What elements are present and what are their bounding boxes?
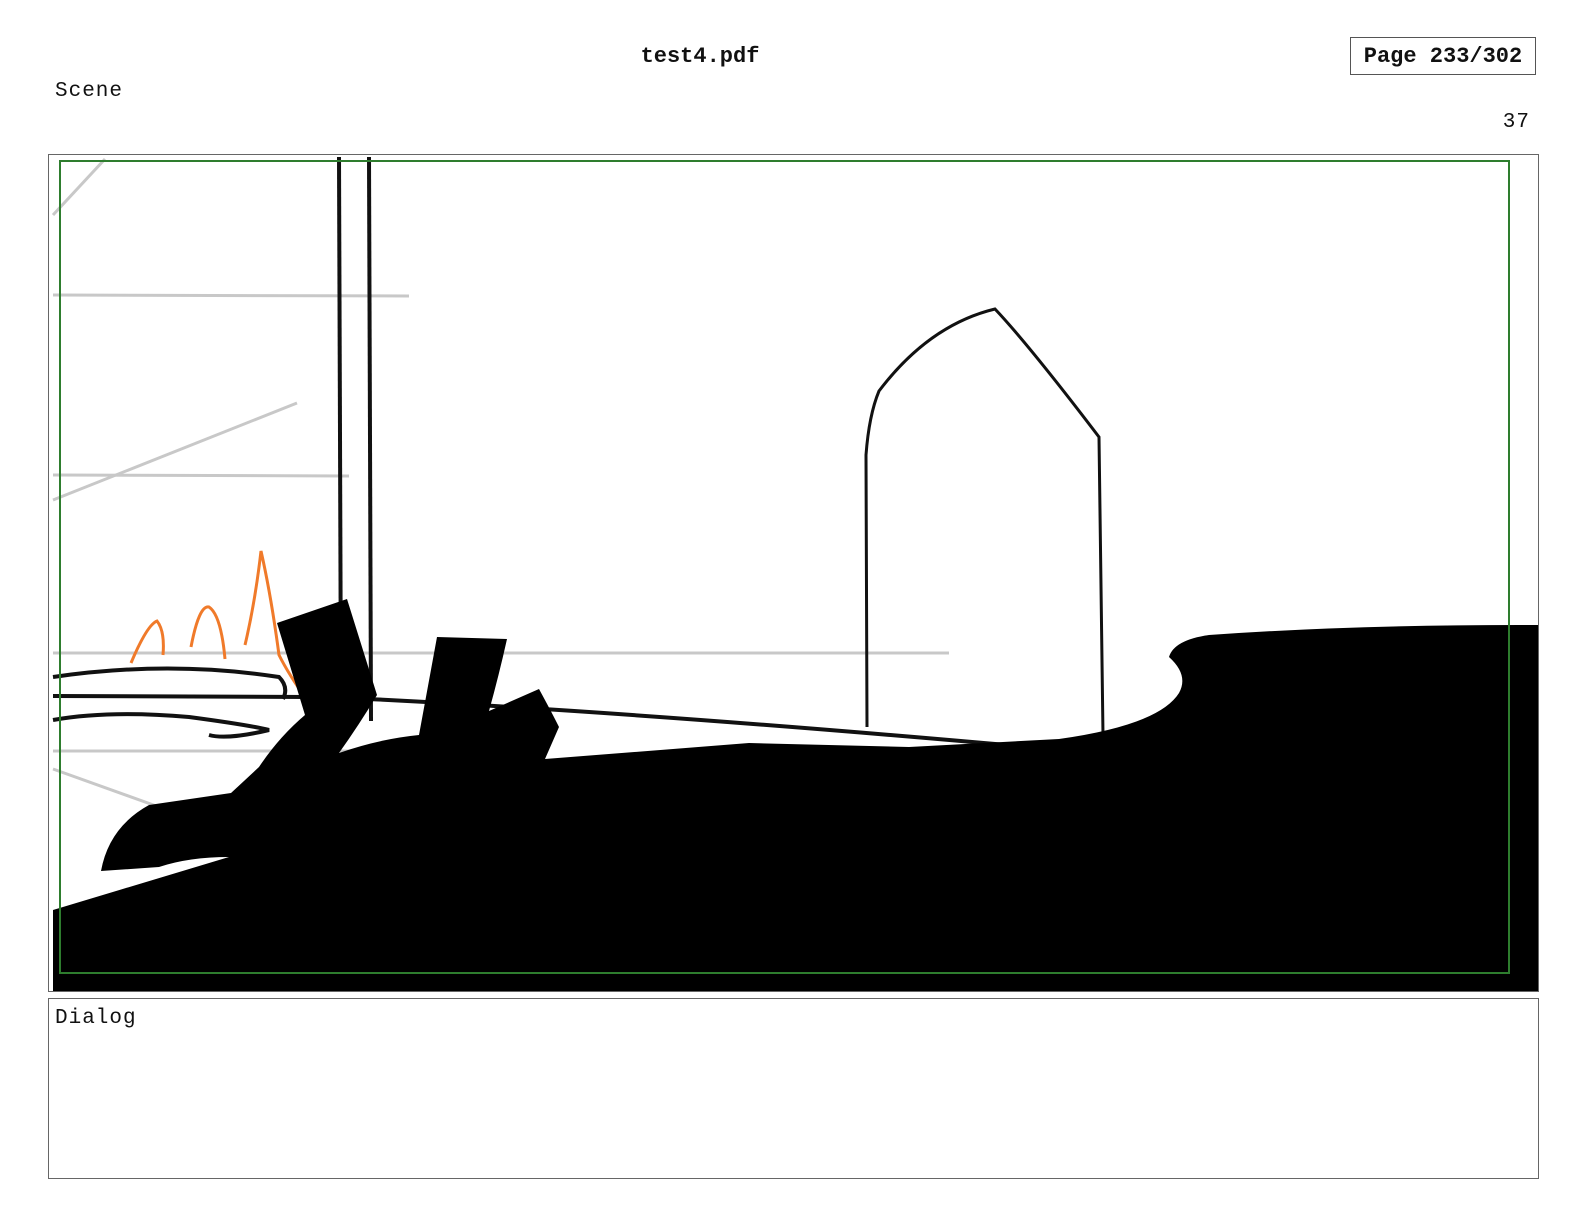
scene-label: Scene — [55, 80, 124, 103]
document-title: test4.pdf — [640, 44, 760, 69]
arch-doorway-outline — [864, 307, 1105, 736]
page-indicator: Page 233/302 — [1350, 37, 1536, 75]
storyboard-panel — [48, 154, 1539, 992]
dialog-box: Dialog — [48, 998, 1539, 1179]
panel-sketch — [51, 156, 1538, 991]
dialog-label: Dialog — [55, 1007, 137, 1030]
scene-number: 37 — [1502, 111, 1530, 134]
foreground-silhouette — [53, 599, 1538, 991]
